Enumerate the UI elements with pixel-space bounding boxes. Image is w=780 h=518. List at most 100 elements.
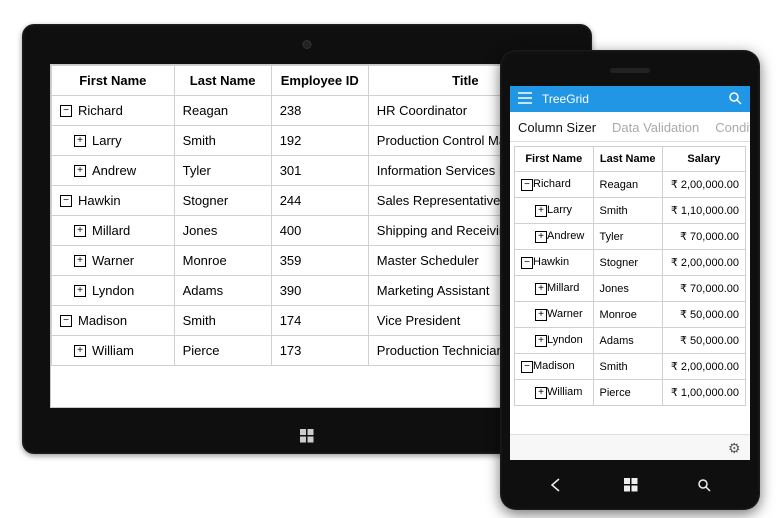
table-row[interactable]: +AndrewTyler301Information Services Mana…: [52, 156, 563, 186]
phone-grid-wrap: First Name Last Name Salary −RichardReag…: [510, 142, 750, 434]
cell-first-name: Lyndon: [92, 283, 134, 298]
tablet-screen: First Name Last Name Employee ID Title −…: [50, 64, 564, 408]
cell-last-name: Pierce: [593, 380, 662, 406]
table-row[interactable]: +LarrySmith₹ 1,10,000.00: [515, 198, 746, 224]
cell-employee-id: 301: [271, 156, 368, 186]
cell-first-name: Andrew: [92, 163, 136, 178]
windows-logo-icon[interactable]: [300, 429, 314, 446]
collapse-icon[interactable]: −: [60, 195, 72, 207]
table-row[interactable]: +WilliamPierce173Production Technician: [52, 336, 563, 366]
cell-first-name: Madison: [78, 313, 127, 328]
cell-last-name: Stogner: [593, 250, 662, 276]
pcol-first-name[interactable]: First Name: [515, 147, 594, 172]
tablet-camera: [303, 40, 312, 49]
table-row[interactable]: −Madison Smith₹ 2,00,000.00: [515, 354, 746, 380]
expand-icon[interactable]: +: [74, 135, 86, 147]
cell-last-name: Monroe: [174, 246, 271, 276]
expand-icon[interactable]: +: [74, 285, 86, 297]
collapse-icon[interactable]: −: [60, 105, 72, 117]
table-row[interactable]: +LarrySmith192Production Control Manager: [52, 126, 563, 156]
cell-employee-id: 390: [271, 276, 368, 306]
expand-icon[interactable]: +: [535, 335, 547, 347]
expand-icon[interactable]: +: [74, 225, 86, 237]
hamburger-icon[interactable]: [518, 92, 532, 107]
collapse-icon[interactable]: −: [521, 179, 533, 191]
table-row[interactable]: +WarnerMonroe₹ 50,000.00: [515, 302, 746, 328]
table-row[interactable]: +AndrewTyler₹ 70,000.00: [515, 224, 746, 250]
collapse-icon[interactable]: −: [60, 315, 72, 327]
table-row[interactable]: −HawkinStogner244Sales Representative: [52, 186, 563, 216]
phone-bottom-bar: ⚙: [510, 434, 750, 460]
cell-salary: ₹ 2,00,000.00: [662, 354, 745, 380]
table-row[interactable]: +MillardJones₹ 70,000.00: [515, 276, 746, 302]
tablet-header-row: First Name Last Name Employee ID Title: [52, 66, 563, 96]
tab-column-sizer[interactable]: Column Sizer: [510, 112, 604, 141]
table-row[interactable]: +WarnerMonroe359Master Scheduler: [52, 246, 563, 276]
cell-last-name: Smith: [593, 354, 662, 380]
cell-salary: ₹ 70,000.00: [662, 224, 745, 250]
expand-icon[interactable]: +: [74, 165, 86, 177]
expand-icon[interactable]: +: [74, 255, 86, 267]
table-row[interactable]: −RichardReagan₹ 2,00,000.00: [515, 172, 746, 198]
home-button[interactable]: [624, 478, 638, 495]
expand-icon[interactable]: +: [74, 345, 86, 357]
table-row[interactable]: −RichardReagan238HR Coordinator: [52, 96, 563, 126]
table-row[interactable]: +William Pierce₹ 1,00,000.00: [515, 380, 746, 406]
cell-last-name: Monroe: [593, 302, 662, 328]
cell-last-name: Stogner: [174, 186, 271, 216]
tab-data-validation[interactable]: Data Validation: [604, 112, 707, 141]
settings-button[interactable]: ⚙: [728, 440, 744, 456]
expand-icon[interactable]: +: [535, 309, 547, 321]
table-row[interactable]: −MadisonSmith174Vice President: [52, 306, 563, 336]
cell-first-name: Madison: [533, 360, 575, 372]
table-row[interactable]: +MillardJones400Shipping and Receiving C…: [52, 216, 563, 246]
tree-grid-tablet[interactable]: First Name Last Name Employee ID Title −…: [51, 65, 563, 366]
search-icon[interactable]: [728, 91, 742, 108]
cell-first-name: Andrew: [547, 230, 584, 242]
cell-last-name: Smith: [174, 126, 271, 156]
tab-condit[interactable]: Condit: [707, 112, 750, 141]
cell-last-name: Reagan: [174, 96, 271, 126]
cell-first-name: William: [547, 386, 582, 398]
cell-salary: ₹ 50,000.00: [662, 302, 745, 328]
expand-icon[interactable]: +: [535, 387, 547, 399]
cell-employee-id: 173: [271, 336, 368, 366]
cell-employee-id: 244: [271, 186, 368, 216]
table-row[interactable]: −HawkinStogner₹ 2,00,000.00: [515, 250, 746, 276]
pcol-last-name[interactable]: Last Name: [593, 147, 662, 172]
cell-first-name: Warner: [92, 253, 134, 268]
cell-salary: ₹ 1,00,000.00: [662, 380, 745, 406]
cell-employee-id: 400: [271, 216, 368, 246]
collapse-icon[interactable]: −: [521, 361, 533, 373]
expand-icon[interactable]: +: [535, 231, 547, 243]
col-employee-id[interactable]: Employee ID: [271, 66, 368, 96]
cell-first-name: Richard: [78, 103, 123, 118]
cell-first-name: William: [92, 343, 134, 358]
back-button[interactable]: [549, 478, 565, 495]
pcol-salary[interactable]: Salary: [662, 147, 745, 172]
phone-nav-bar: [520, 472, 740, 500]
phone-speaker: [610, 68, 650, 73]
tab-strip: Column SizerData ValidationCondit: [510, 112, 750, 142]
tree-grid-phone[interactable]: First Name Last Name Salary −RichardReag…: [514, 146, 746, 406]
cell-salary: ₹ 2,00,000.00: [662, 172, 745, 198]
expand-icon[interactable]: +: [535, 205, 547, 217]
cell-last-name: Jones: [593, 276, 662, 302]
table-row[interactable]: +LyndonAdams390Marketing Assistant: [52, 276, 563, 306]
col-last-name[interactable]: Last Name: [174, 66, 271, 96]
search-button[interactable]: [697, 478, 711, 495]
col-first-name[interactable]: First Name: [52, 66, 175, 96]
collapse-icon[interactable]: −: [521, 257, 533, 269]
cell-first-name: Larry: [92, 133, 122, 148]
expand-icon[interactable]: +: [535, 283, 547, 295]
cell-first-name: Hawkin: [78, 193, 121, 208]
table-row[interactable]: +LyndonAdams₹ 50,000.00: [515, 328, 746, 354]
cell-first-name: Millard: [547, 282, 579, 294]
tablet-home-bar[interactable]: [50, 428, 564, 446]
cell-first-name: Millard: [92, 223, 130, 238]
cell-last-name: Smith: [174, 306, 271, 336]
cell-first-name: Larry: [547, 204, 572, 216]
cell-employee-id: 192: [271, 126, 368, 156]
cell-first-name: Richard: [533, 178, 571, 190]
cell-salary: ₹ 50,000.00: [662, 328, 745, 354]
